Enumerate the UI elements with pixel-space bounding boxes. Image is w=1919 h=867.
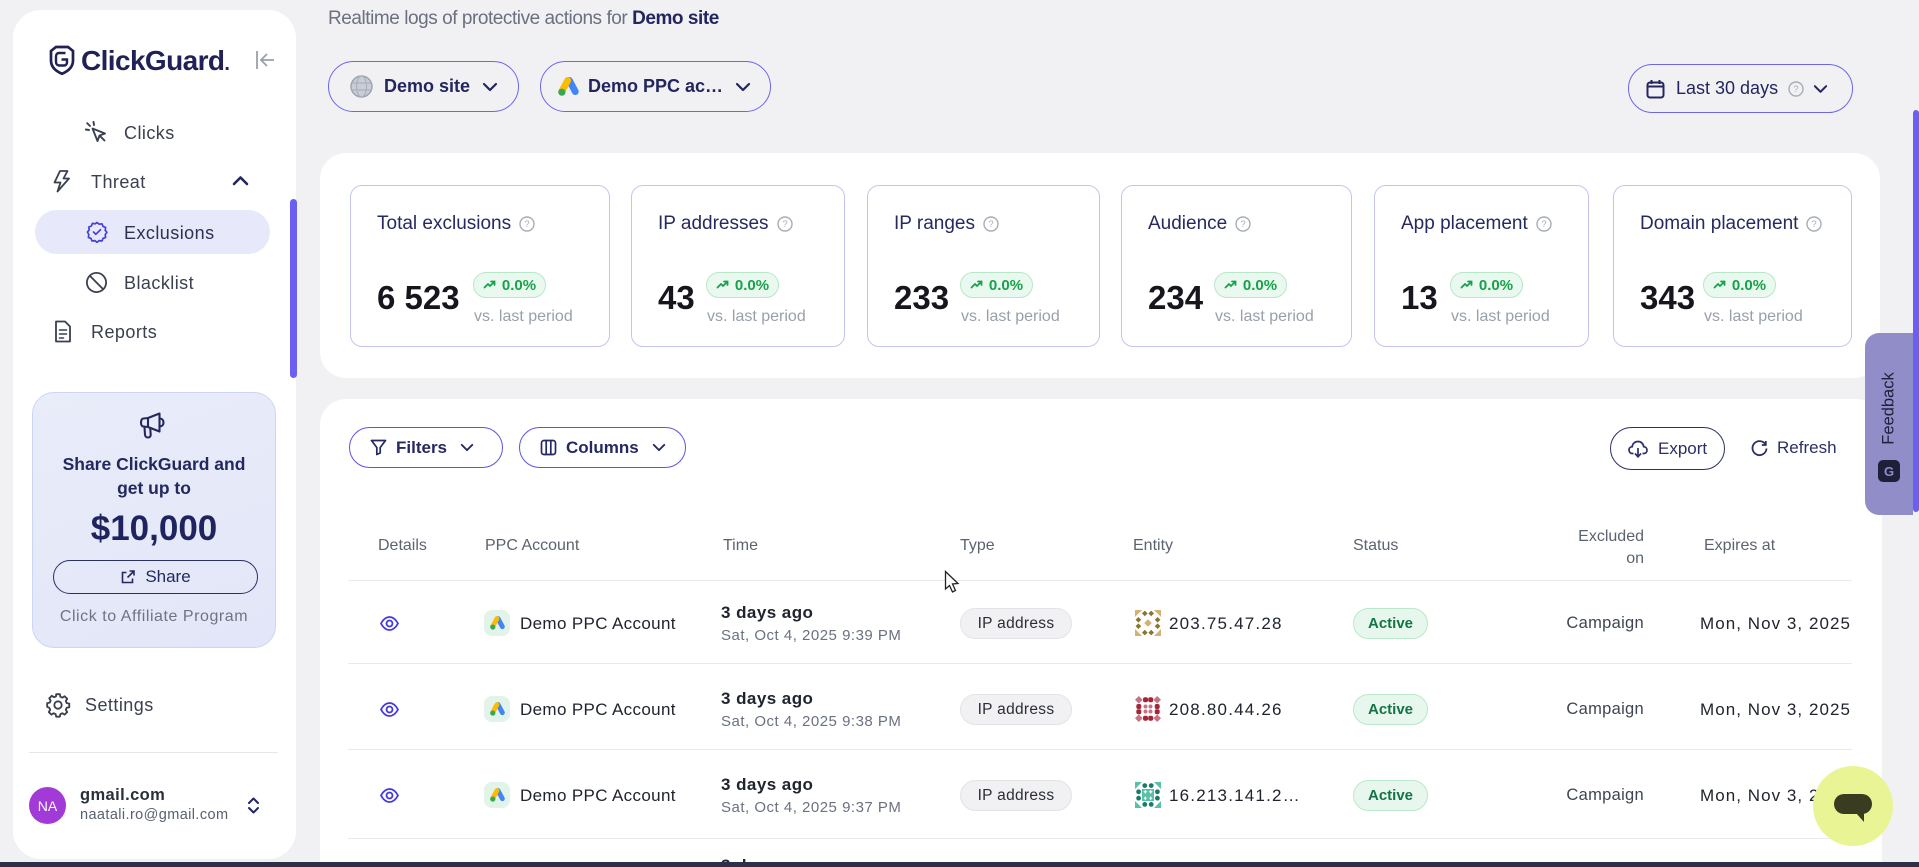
svg-text:?: ?	[1812, 219, 1817, 230]
svg-text:?: ?	[1241, 219, 1246, 230]
svg-text:?: ?	[1794, 84, 1799, 94]
svg-text:?: ?	[988, 219, 993, 230]
svg-text:?: ?	[524, 219, 529, 230]
svg-text:?: ?	[1541, 219, 1546, 230]
svg-text:?: ?	[782, 219, 787, 230]
